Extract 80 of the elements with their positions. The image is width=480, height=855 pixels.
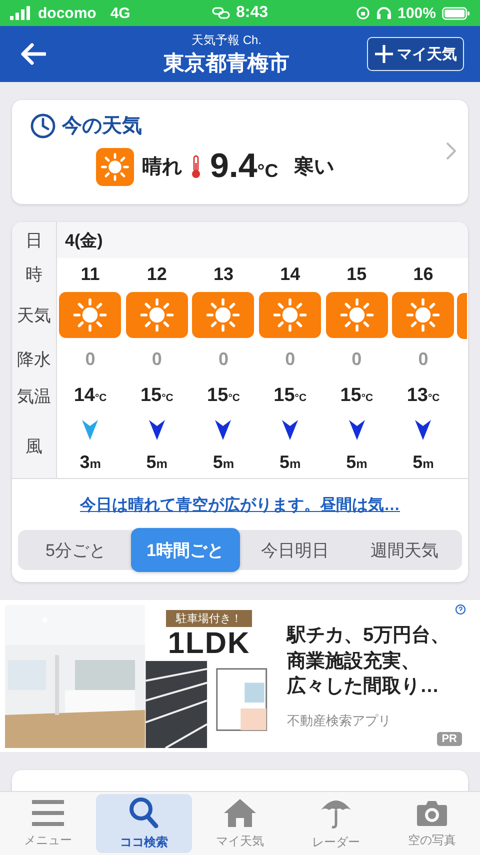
carrier-text: docomo (38, 4, 96, 22)
sun-icon (204, 296, 242, 334)
network-text: 4G (110, 4, 130, 22)
camera-icon (416, 798, 448, 826)
sun-icon (338, 296, 376, 334)
rotation-lock-icon (356, 6, 370, 20)
sun-icon (271, 296, 310, 334)
ad-badge: 駐車場付き！ (166, 610, 252, 627)
temperature-text: 13°C (406, 385, 440, 407)
app-subtitle: 天気予報 Ch. (191, 32, 262, 48)
chevron-right-icon (446, 142, 456, 160)
nav-tab[interactable]: マイ天気 (192, 794, 288, 853)
battery-icon (442, 6, 470, 20)
mode-tab[interactable]: 5分ごと (21, 530, 130, 570)
nav-tab[interactable]: ココ検索 (96, 794, 192, 853)
wind-speed-text: 5m (279, 452, 301, 472)
temperature-text: 15°C (207, 385, 240, 407)
ad-source: 不動産検索アプリ (287, 712, 392, 730)
nav-tab[interactable]: メニュー (0, 794, 96, 853)
temperature-text: 14°C (74, 385, 107, 407)
pr-label: PR (436, 732, 462, 746)
add-my-weather-button[interactable]: マイ天気 (367, 37, 464, 71)
back-arrow-icon[interactable] (20, 43, 46, 65)
hour-text: 11 (80, 264, 100, 284)
precipitation-text: 0 (352, 348, 362, 370)
search-icon (129, 796, 159, 828)
ad-text: 駅チカ、5万円台、 商業施設充実、 広々した間取り… (287, 624, 451, 700)
headphones-icon (376, 6, 392, 20)
nav-tab[interactable]: レーダー (288, 794, 384, 853)
condition-text: 晴れ (142, 155, 182, 180)
temperature-text: 15°C (340, 385, 374, 407)
mode-tab[interactable]: 1時間ごと (130, 528, 240, 572)
location-title: 東京都青梅市 (164, 50, 290, 76)
precipitation-text: 0 (218, 348, 228, 370)
clock-icon (30, 112, 56, 138)
info-icon[interactable] (455, 604, 466, 615)
temperature-text: 15°C (140, 385, 174, 407)
date-text: 4(金) (65, 230, 103, 252)
temperature-text: 15°C (274, 385, 306, 407)
hour-text: 15 (346, 264, 367, 284)
house-icon (223, 798, 257, 828)
sun-icon (138, 296, 176, 334)
row-label: 天気 (16, 304, 52, 326)
row-label: 日 (24, 230, 44, 252)
current-weather-title: 今の天気 (62, 114, 142, 139)
wind-speed-text: 5m (212, 452, 234, 472)
thermometer-icon (190, 154, 202, 178)
mode-tab[interactable]: 今日明日 (240, 530, 350, 570)
link-icon (212, 7, 230, 19)
row-label: 時 (24, 264, 44, 286)
precipitation-text: 0 (85, 348, 96, 370)
sun-icon (404, 296, 442, 334)
precipitation-text: 0 (285, 348, 296, 370)
hour-text: 16 (413, 264, 434, 284)
hour-text: 14 (280, 264, 300, 284)
precipitation-text: 0 (418, 348, 428, 370)
temperature-text: 9.4°C (210, 147, 278, 186)
wind-speed-text: 5m (146, 452, 168, 472)
weather-tile (456, 293, 467, 339)
feeling-text: 寒い (294, 154, 334, 180)
sun-icon (71, 296, 110, 334)
battery-text: 100% (398, 4, 436, 22)
wind-speed-text: 3m (80, 452, 101, 472)
row-label: 降水 (16, 348, 52, 370)
current-weather-card[interactable]: 今の天気 晴れ 9.4°C 寒い (12, 100, 468, 204)
hour-text: 12 (146, 264, 167, 284)
wind-speed-text: 5m (412, 452, 434, 472)
nav-tab[interactable]: 空の写真 (384, 794, 480, 853)
ad-headline: 1LDK (168, 627, 250, 661)
signal-icon (10, 6, 32, 20)
time-text: 8:43 (236, 4, 268, 22)
plus-icon (374, 44, 394, 64)
wind-speed-text: 5m (346, 452, 368, 472)
row-label: 気温 (16, 386, 52, 408)
menu-icon (32, 798, 64, 826)
mode-tab[interactable]: 週間天気 (350, 530, 459, 570)
forecast-summary-link[interactable]: 今日は晴れて青空が広がります。昼間は気… (80, 497, 400, 514)
row-label: 風 (24, 436, 44, 458)
hour-text: 13 (213, 264, 234, 284)
precipitation-text: 0 (152, 348, 162, 370)
